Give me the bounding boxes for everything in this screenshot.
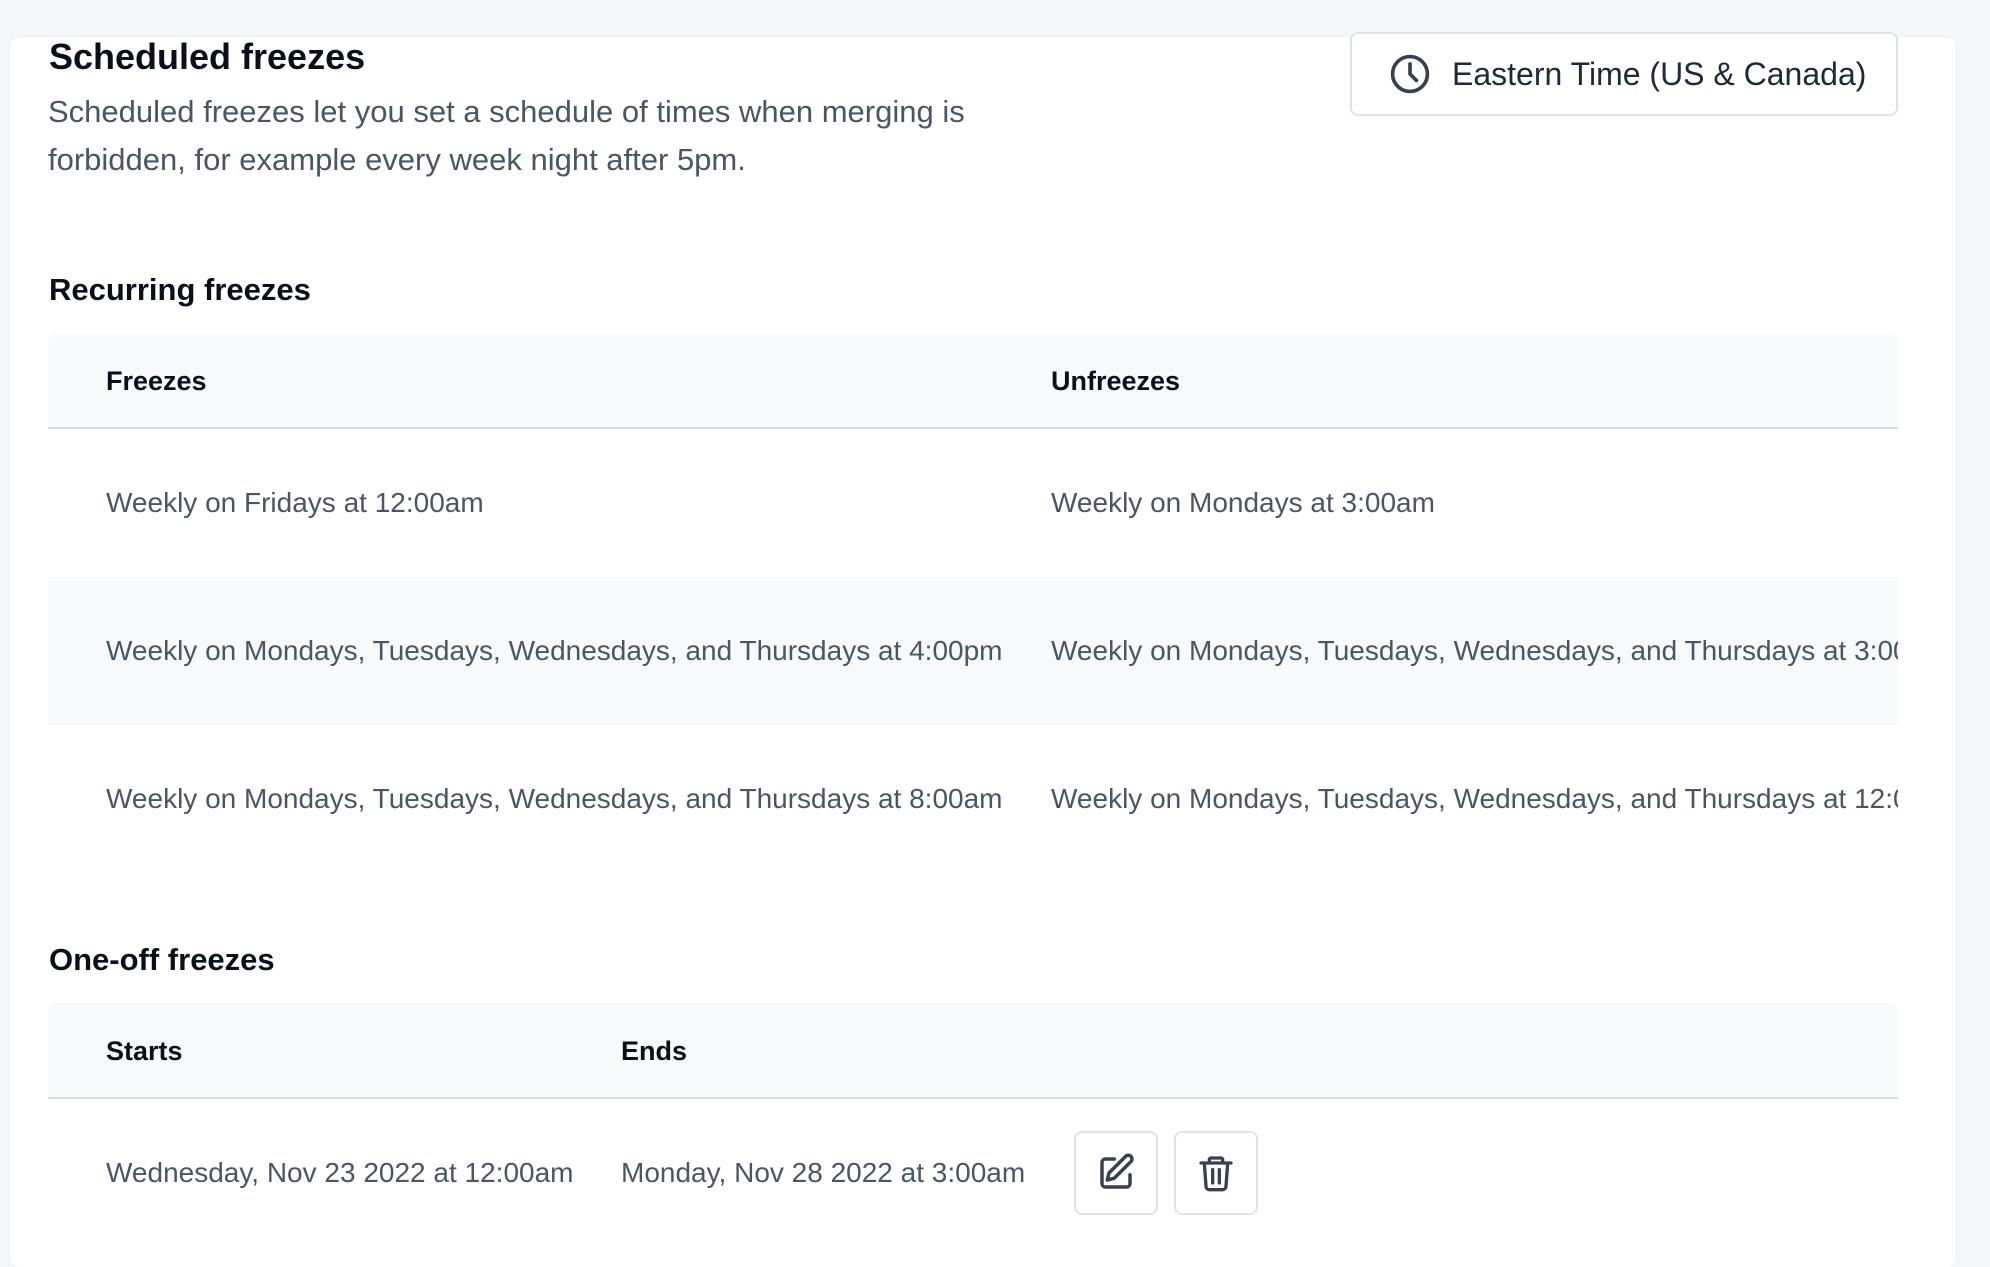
unfreeze-cell: Weekly on Mondays, Tuesdays, Wednesdays,… [1051, 783, 1898, 814]
timezone-button[interactable]: Eastern Time (US & Canada) [1350, 32, 1898, 116]
trash-icon [1196, 1153, 1236, 1193]
column-header-unfreezes: Unfreezes [1051, 365, 1181, 396]
edit-button[interactable] [1074, 1131, 1158, 1215]
one-off-freezes-table: Starts Ends Wednesday, Nov 23 2022 at 12… [48, 1003, 1898, 1242]
freeze-cell: Weekly on Mondays, Tuesdays, Wednesdays,… [106, 783, 1003, 814]
freeze-cell: Weekly on Mondays, Tuesdays, Wednesdays,… [106, 635, 1003, 666]
start-cell: Wednesday, Nov 23 2022 at 12:00am [106, 1157, 574, 1188]
recurring-freezes-title: Recurring freezes [49, 272, 311, 307]
table-header: Freezes Unfreezes [48, 333, 1898, 429]
column-header-ends: Ends [621, 1035, 688, 1066]
column-header-starts: Starts [106, 1035, 183, 1066]
unfreeze-cell: Weekly on Mondays at 3:00am [1051, 487, 1435, 518]
table-row: Weekly on Fridays at 12:00am Weekly on M… [48, 429, 1898, 577]
recurring-freezes-table: Freezes Unfreezes Weekly on Fridays at 1… [48, 333, 1898, 873]
one-off-freezes-title: One-off freezes [49, 942, 275, 977]
page-title: Scheduled freezes [49, 36, 366, 77]
freeze-cell: Weekly on Fridays at 12:00am [106, 487, 484, 518]
end-cell: Monday, Nov 28 2022 at 3:00am [621, 1157, 1026, 1188]
table-row: Wednesday, Nov 23 2022 at 12:00am Monday… [48, 1099, 1898, 1242]
unfreeze-cell: Weekly on Mondays, Tuesdays, Wednesdays,… [1051, 635, 1898, 666]
table-header: Starts Ends [48, 1003, 1898, 1099]
edit-icon [1095, 1152, 1137, 1194]
table-row: Weekly on Mondays, Tuesdays, Wednesdays,… [48, 577, 1898, 725]
page-description: Scheduled freezes let you set a schedule… [48, 94, 965, 177]
table-row: Weekly on Mondays, Tuesdays, Wednesdays,… [48, 725, 1898, 873]
clock-icon [1388, 52, 1432, 96]
delete-button[interactable] [1174, 1131, 1258, 1215]
timezone-label: Eastern Time (US & Canada) [1452, 55, 1867, 92]
column-header-freezes: Freezes [106, 365, 207, 396]
